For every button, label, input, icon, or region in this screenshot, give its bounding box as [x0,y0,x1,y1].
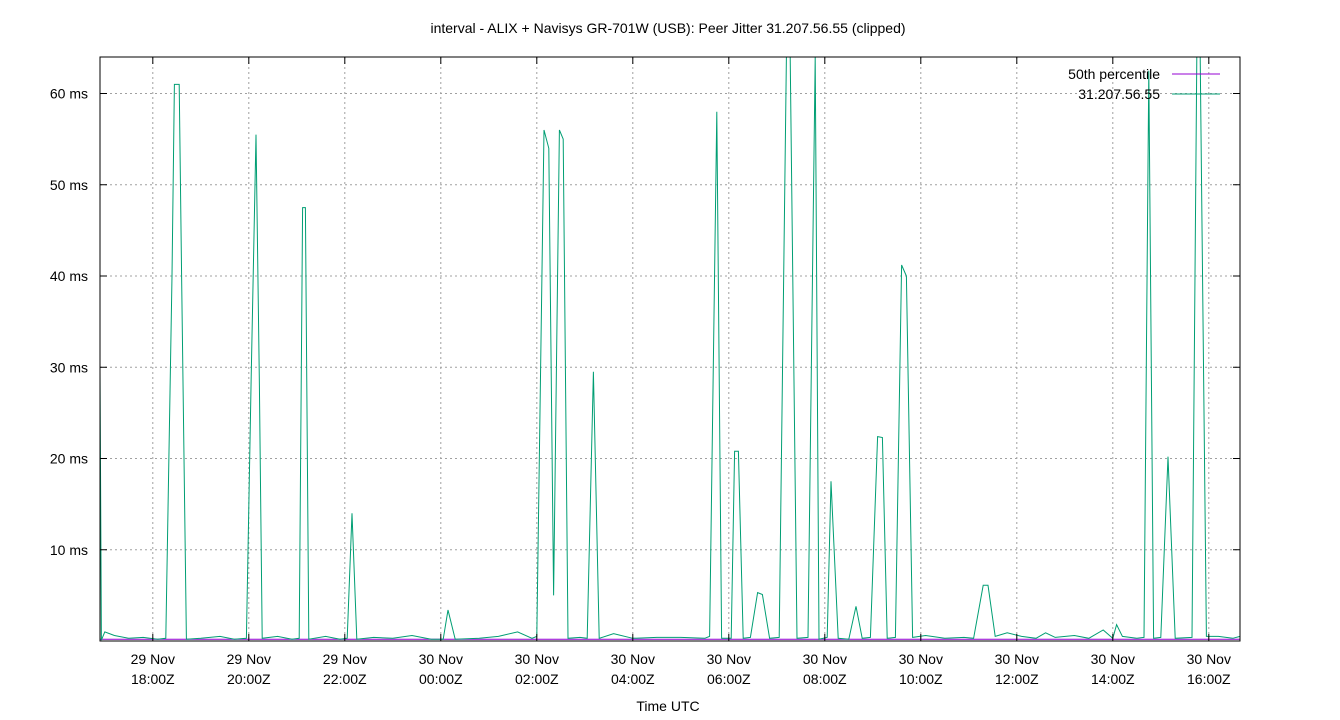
x-tick-label-date: 30 Nov [1187,651,1231,667]
x-tick-label-date: 30 Nov [995,651,1039,667]
x-tick-label-time: 18:00Z [131,671,175,687]
x-tick-label-time: 10:00Z [899,671,943,687]
x-tick-label-date: 30 Nov [611,651,655,667]
x-tick-label-time: 14:00Z [1091,671,1135,687]
x-tick-label-date: 30 Nov [803,651,847,667]
x-tick-label-date: 30 Nov [1091,651,1135,667]
legend-label-1: 31.207.56.55 [1078,86,1160,102]
y-tick-label: 20 ms [50,451,88,467]
x-tick-label-time: 12:00Z [995,671,1039,687]
x-tick-label-time: 16:00Z [1187,671,1231,687]
x-tick-label-time: 06:00Z [707,671,751,687]
jitter-chart: interval - ALIX + Navisys GR-701W (USB):… [50,20,1241,714]
x-tick-label-time: 02:00Z [515,671,559,687]
y-tick-label: 60 ms [50,86,88,102]
y-tick-label: 40 ms [50,268,88,284]
x-tick-label-date: 30 Nov [419,651,463,667]
x-tick-label-date: 29 Nov [323,651,367,667]
x-tick-label-date: 30 Nov [707,651,751,667]
y-tick-label: 50 ms [50,177,88,193]
y-tick-label: 10 ms [50,542,88,558]
x-tick-label-date: 30 Nov [515,651,559,667]
x-tick-label-time: 08:00Z [803,671,847,687]
x-tick-label-time: 04:00Z [611,671,655,687]
x-tick-label-time: 00:00Z [419,671,463,687]
x-tick-label-time: 22:00Z [323,671,367,687]
legend-label-0: 50th percentile [1068,66,1160,82]
tick-layer: 10 ms 20 ms 30 ms 40 ms 50 ms 60 ms 29 Nov 18:0… [50,57,1240,687]
series-layer [99,56,1241,641]
y-tick-label: 30 ms [50,359,88,375]
x-axis-label: Time UTC [636,698,699,714]
x-tick-label-date: 29 Nov [131,651,175,667]
plot-frame [99,56,1241,642]
x-tick-label-date: 29 Nov [227,651,271,667]
legend: 50th percentile 31.207.56.55 [1068,66,1220,102]
x-tick-label-date: 30 Nov [899,651,943,667]
chart-title: interval - ALIX + Navisys GR-701W (USB):… [430,20,905,36]
grid-layer [100,57,1240,641]
x-tick-label-time: 20:00Z [227,671,271,687]
series-line-1 [99,56,1241,641]
